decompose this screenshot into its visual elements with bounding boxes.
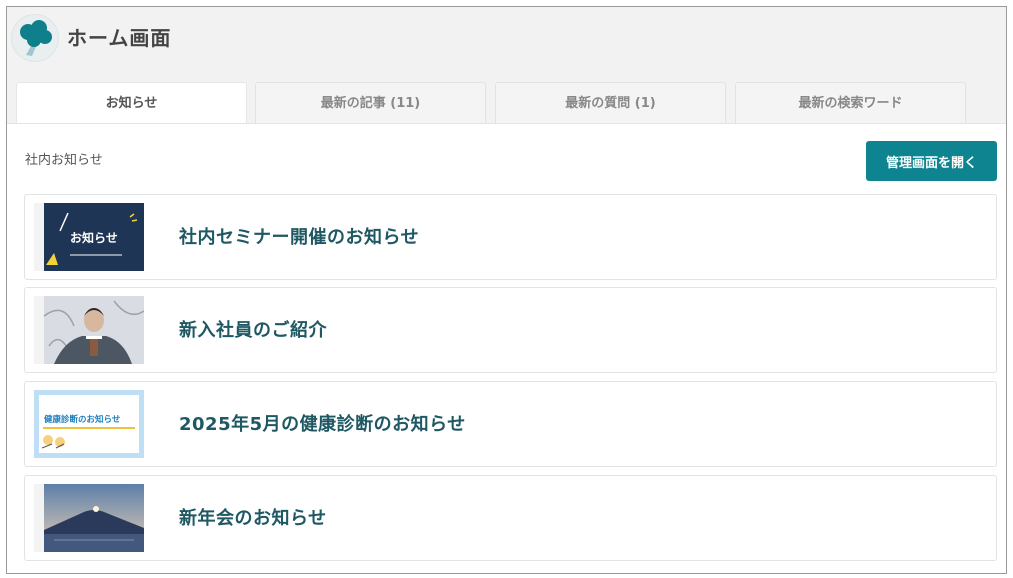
tab-latest-questions[interactable]: 最新の質問 (1) [495, 82, 726, 124]
notice-title[interactable]: 新入社員のご紹介 [179, 288, 327, 374]
notice-title[interactable]: 2025年5月の健康診断のお知らせ [179, 382, 466, 468]
list-item[interactable]: 健康診断のお知らせ 2025年5月の健康診断のお知らせ [24, 381, 997, 467]
notices-panel: 社内お知らせ 管理画面を開く お知らせ 社内セミナー開催のお知らせ 新入社員のご… [7, 123, 1006, 573]
header: ホーム画面 お知らせ 最新の記事 (11) 最新の質問 (1) 最新の検索ワード [7, 7, 1006, 125]
health-thumbnail-text: 健康診断のお知らせ [44, 414, 121, 425]
tab-latest-search-words[interactable]: 最新の検索ワード [735, 82, 966, 124]
list-item[interactable]: 新年会のお知らせ [24, 475, 997, 561]
seminar-thumbnail: お知らせ [34, 203, 144, 271]
new-year-party-photo [34, 484, 144, 552]
app-window: ホーム画面 お知らせ 最新の記事 (11) 最新の質問 (1) 最新の検索ワード… [6, 6, 1007, 574]
tab-notices[interactable]: お知らせ [16, 82, 247, 125]
section-label: 社内お知らせ [25, 153, 103, 168]
health-checkup-thumbnail: 健康診断のお知らせ [34, 390, 144, 458]
notice-title[interactable]: 社内セミナー開催のお知らせ [179, 195, 419, 281]
list-item[interactable]: 新入社員のご紹介 [24, 287, 997, 373]
seminar-thumbnail-text: お知らせ [70, 230, 118, 245]
new-employee-photo [34, 296, 144, 364]
tab-latest-articles[interactable]: 最新の記事 (11) [255, 82, 486, 124]
tree-logo-icon[interactable] [11, 14, 59, 62]
notice-title[interactable]: 新年会のお知らせ [179, 476, 327, 562]
page-title: ホーム画面 [67, 26, 172, 50]
list-item[interactable]: お知らせ 社内セミナー開催のお知らせ [24, 194, 997, 280]
open-admin-button[interactable]: 管理画面を開く [866, 141, 997, 181]
